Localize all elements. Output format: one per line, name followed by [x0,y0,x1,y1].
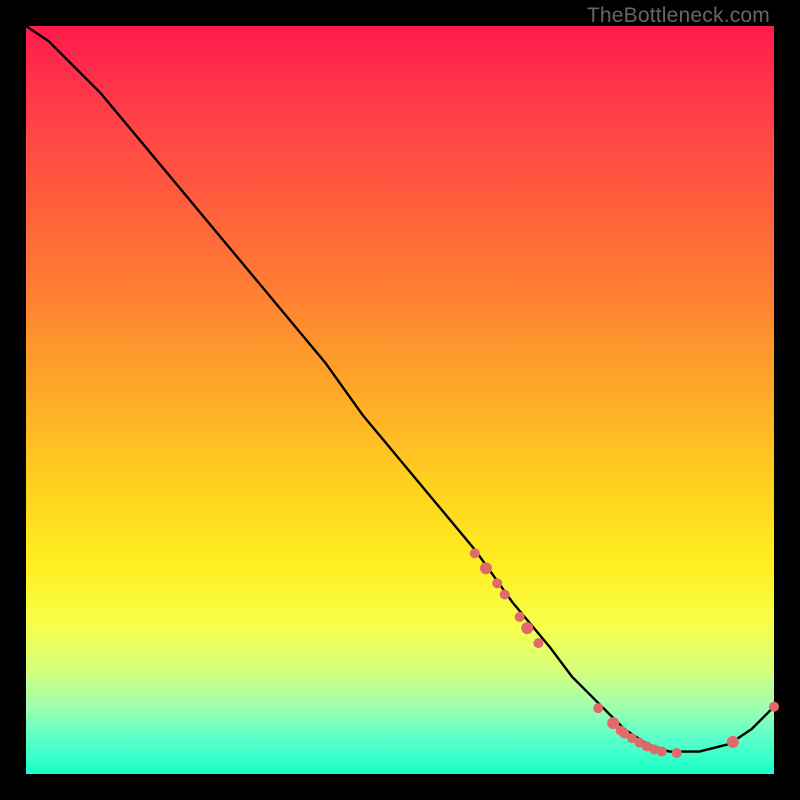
watermark-text: TheBottleneck.com [587,4,770,28]
chart-svg [26,26,774,774]
scatter-point [480,562,492,574]
scatter-point [515,612,525,622]
chart-frame: TheBottleneck.com [0,0,800,800]
scatter-point [672,748,682,758]
scatter-point [492,578,502,588]
scatter-point [657,747,667,757]
curve-line [26,26,774,752]
scatter-point [593,703,603,713]
scatter-point [727,736,739,748]
scatter-point [769,702,779,712]
scatter-point [470,548,480,558]
scatter-point [521,622,533,634]
scatter-point [533,638,543,648]
scatter-point [500,589,510,599]
scatter-points [470,548,779,758]
plot-area [26,26,774,774]
